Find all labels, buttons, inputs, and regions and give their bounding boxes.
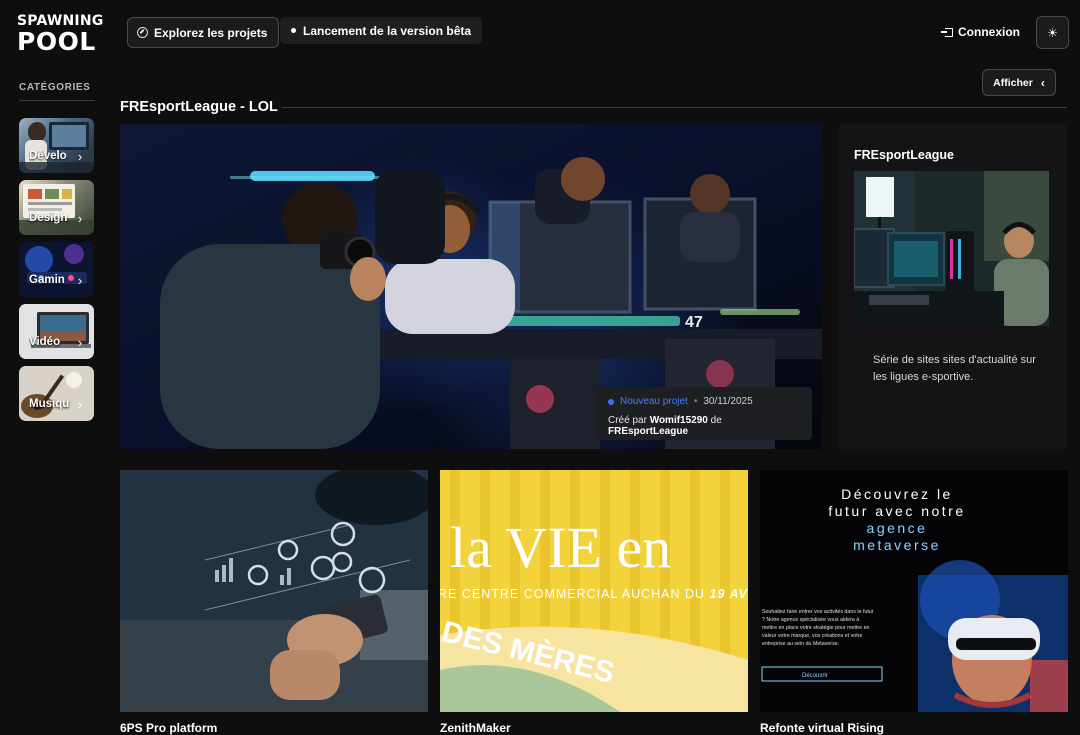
category-design-image	[19, 184, 94, 235]
vr-cta: Découvrir	[802, 673, 828, 679]
featured-project-thumbnail	[854, 171, 1049, 326]
featured-project-description: Série de sites sites d'actualité sur les…	[873, 354, 1036, 383]
category-gaming-image	[19, 242, 94, 297]
category-development-image	[19, 122, 94, 173]
compass-icon	[137, 27, 148, 38]
project-status: Nouveau projet	[620, 396, 688, 407]
category-music-image	[19, 366, 94, 421]
sun-icon: ☀	[1047, 25, 1058, 40]
zenith-art-title: la VIE en	[450, 515, 671, 580]
vr-heading-line4: metaverse	[853, 537, 941, 553]
project-date: 30/11/2025	[703, 396, 753, 407]
category-development[interactable]: Dévelo ›	[19, 118, 94, 173]
login-icon	[941, 27, 953, 37]
chevron-right-icon: ›	[77, 272, 83, 288]
project-name[interactable]: FREsportLeague	[608, 426, 688, 437]
category-video-image	[19, 304, 94, 359]
category-label: Musiqu	[29, 398, 70, 410]
theme-toggle-button[interactable]: ☀	[1036, 16, 1069, 49]
explore-projects-button[interactable]: Explorez les projets	[127, 17, 280, 48]
show-panel-button[interactable]: Afficher ‹	[982, 69, 1056, 96]
project-card-6ps-image	[120, 470, 428, 712]
category-gaming[interactable]: Gamin ›	[19, 242, 94, 297]
project-author[interactable]: Womif15290	[650, 415, 708, 426]
featured-project-title: FREsportLeague	[854, 148, 955, 162]
bullet-icon	[291, 28, 296, 33]
chevron-right-icon: ›	[77, 396, 83, 412]
beta-label: Lancement de la version bêta	[303, 23, 472, 38]
category-design[interactable]: Design ›	[19, 180, 94, 235]
chevron-right-icon: ›	[77, 210, 83, 226]
category-label: Dévelo	[29, 150, 67, 162]
project-card-virtual-rising-title[interactable]: Refonte virtual Rising	[760, 721, 884, 735]
project-card-6ps-title[interactable]: 6PS Pro platform	[120, 721, 217, 735]
category-label: Vidéo	[29, 336, 61, 348]
login-label: Connexion	[958, 25, 1020, 39]
beta-announcement[interactable]: Lancement de la version bêta	[280, 17, 483, 44]
vr-body-wrapper: Souhaitez faire entrer vos activités dan…	[762, 609, 874, 647]
hero-project-info: Nouveau projet • 30/11/2025 Créé par Wom…	[596, 387, 812, 440]
vr-heading-line1: Découvrez le	[841, 486, 953, 502]
project-card-zenithmaker-image: la VIE en RE CENTRE COMMERCIAL AUCHAN DU…	[440, 470, 748, 712]
category-label: Gamin	[29, 274, 65, 286]
vr-body-text: Souhaitez faire entrer vos activités dan…	[762, 609, 874, 647]
chevron-right-icon: ›	[77, 148, 83, 164]
featured-project-card[interactable]: FREsportLeague Série de sites sites d'ac…	[838, 124, 1067, 449]
category-label: Design	[29, 212, 68, 224]
explore-projects-label: Explorez les projets	[154, 25, 268, 40]
logo[interactable]: SPAWNING POOL	[17, 14, 103, 54]
logo-line1: SPAWNING	[17, 13, 104, 29]
section-title: FREsportLeague - LOL	[120, 99, 278, 115]
vr-heading-line3: agence	[867, 520, 928, 536]
logo-line2: POOL	[17, 27, 96, 56]
meta-separator: •	[693, 396, 698, 407]
created-by-prefix: Créé par	[608, 415, 647, 426]
page: SPAWNING POOL Explorez les projets Lance…	[0, 0, 1080, 735]
hero-project-image[interactable]: 47 Nouveau projet • 30/11/2025 Créé par …	[120, 124, 822, 449]
featured-thumbnail-illustration	[854, 171, 1049, 326]
show-panel-label: Afficher	[993, 76, 1033, 89]
zenith-art-subtitle: RE CENTRE COMMERCIAL AUCHAN DU 19 AVRI	[440, 587, 748, 601]
new-status-icon	[608, 398, 614, 405]
project-card-virtual-rising-image: Découvrez le futur avec notre agence met…	[760, 470, 1068, 712]
category-video[interactable]: Vidéo ›	[19, 304, 94, 359]
category-music[interactable]: Musiqu ›	[19, 366, 94, 421]
categories-divider	[19, 100, 95, 101]
chevron-left-icon: ‹	[1040, 75, 1045, 90]
project-card-6ps[interactable]	[120, 470, 428, 712]
project-card-zenithmaker[interactable]: la VIE en RE CENTRE COMMERCIAL AUCHAN DU…	[440, 470, 748, 712]
project-card-virtual-rising[interactable]: Découvrez le futur avec notre agence met…	[760, 470, 1068, 712]
section-divider	[282, 107, 1067, 108]
chevron-right-icon: ›	[77, 334, 83, 350]
categories-heading: CATÉGORIES	[19, 82, 91, 93]
of-word: de	[710, 415, 722, 426]
project-card-zenithmaker-title[interactable]: ZenithMaker	[440, 721, 511, 735]
login-button[interactable]: Connexion	[941, 25, 1020, 39]
vr-heading-line2: futur avec notre	[828, 503, 965, 519]
